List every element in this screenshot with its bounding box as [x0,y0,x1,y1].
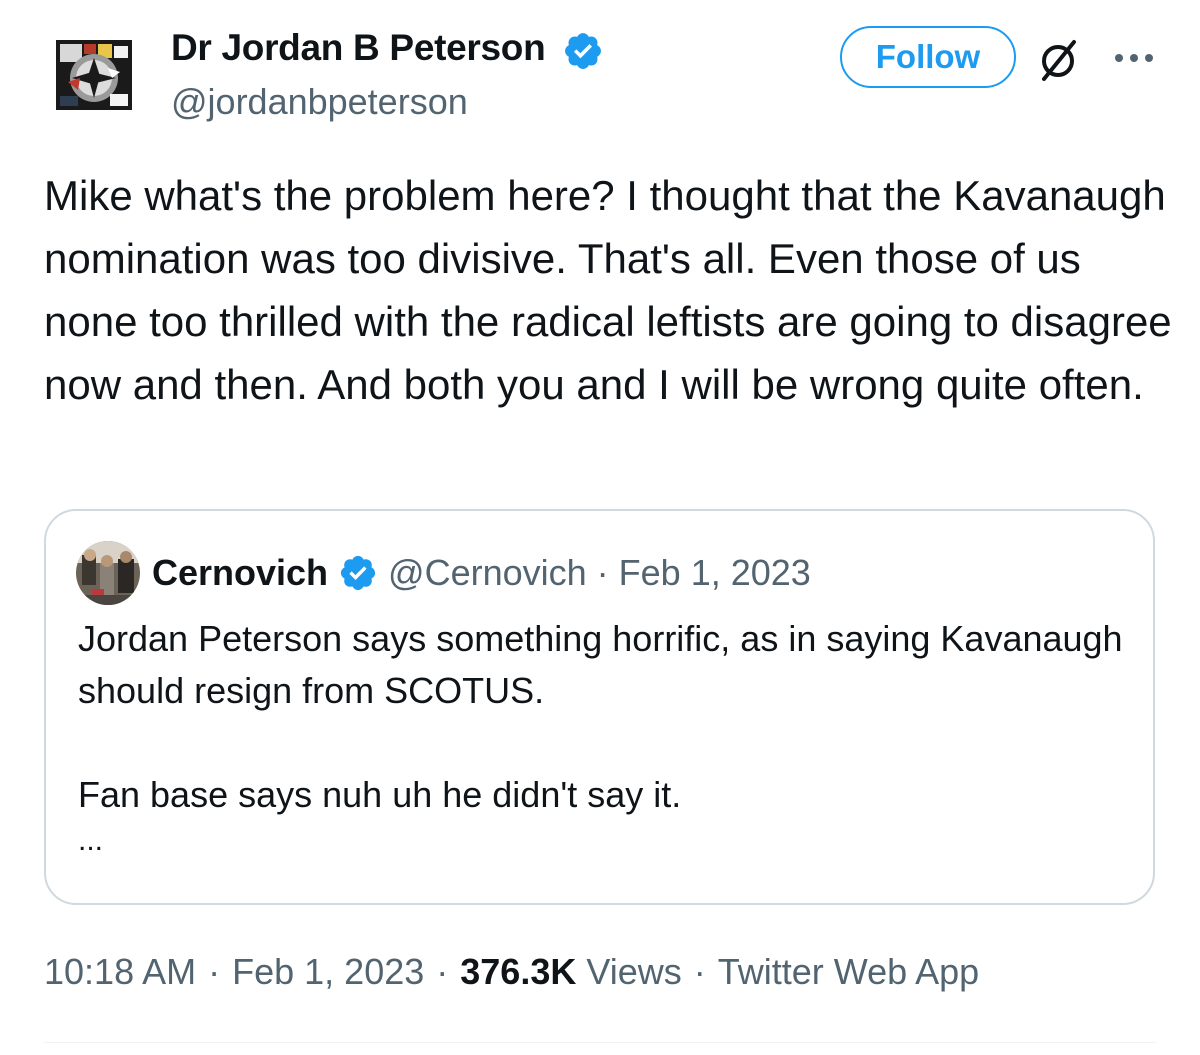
more-dots-icon[interactable] [1112,48,1156,68]
divider [44,1042,1156,1043]
separator-dot: · [596,552,609,593]
quoted-tweet-paragraph-2: Fan base says nuh uh he didn't say it. [78,774,682,815]
photo-avatar-icon [76,541,140,605]
quoted-author-avatar[interactable] [76,541,140,605]
verified-badge-icon[interactable] [562,30,604,72]
views-label: Views [586,951,682,992]
separator-dot: · [693,951,706,992]
separator-dot: · [436,951,449,992]
tweet-meta: 10:18 AM · Feb 1, 2023 · 376.3K Views · … [44,951,979,993]
quoted-tweet-paragraph-1: Jordan Peterson says something horrific,… [78,618,1123,711]
quoted-tweet-header: Cernovich @Cernovich · Feb 1, 2023 [152,551,811,595]
author-handle[interactable]: @jordanbpeterson [171,81,468,123]
quoted-author-handle[interactable]: @Cernovich [388,552,587,594]
tweet-date[interactable]: Feb 1, 2023 [232,951,424,993]
grok-slash-icon[interactable] [1036,37,1082,83]
tweet-source-link[interactable]: Twitter Web App [718,951,979,993]
tweet-time[interactable]: 10:18 AM [44,951,196,993]
quoted-author-name[interactable]: Cernovich [152,552,328,594]
author-avatar[interactable] [54,38,134,112]
quoted-tweet-date: Feb 1, 2023 [618,552,811,593]
quoted-tweet-text: Jordan Peterson says something horrific,… [78,613,1128,861]
separator-dot: · [208,951,221,992]
views-count: 376.3K [460,951,577,992]
author-name[interactable]: Dr Jordan B Peterson [171,27,546,69]
quoted-tweet-truncation: ... [78,824,104,857]
follow-button[interactable]: Follow [840,26,1016,88]
quoted-tweet-card[interactable]: Cernovich @Cernovich · Feb 1, 2023 Jorda… [44,509,1155,905]
tweet-text: Mike what's the problem here? I thought … [44,172,1172,408]
verified-badge-icon[interactable] [338,553,378,593]
geometric-logo-icon [54,38,134,112]
